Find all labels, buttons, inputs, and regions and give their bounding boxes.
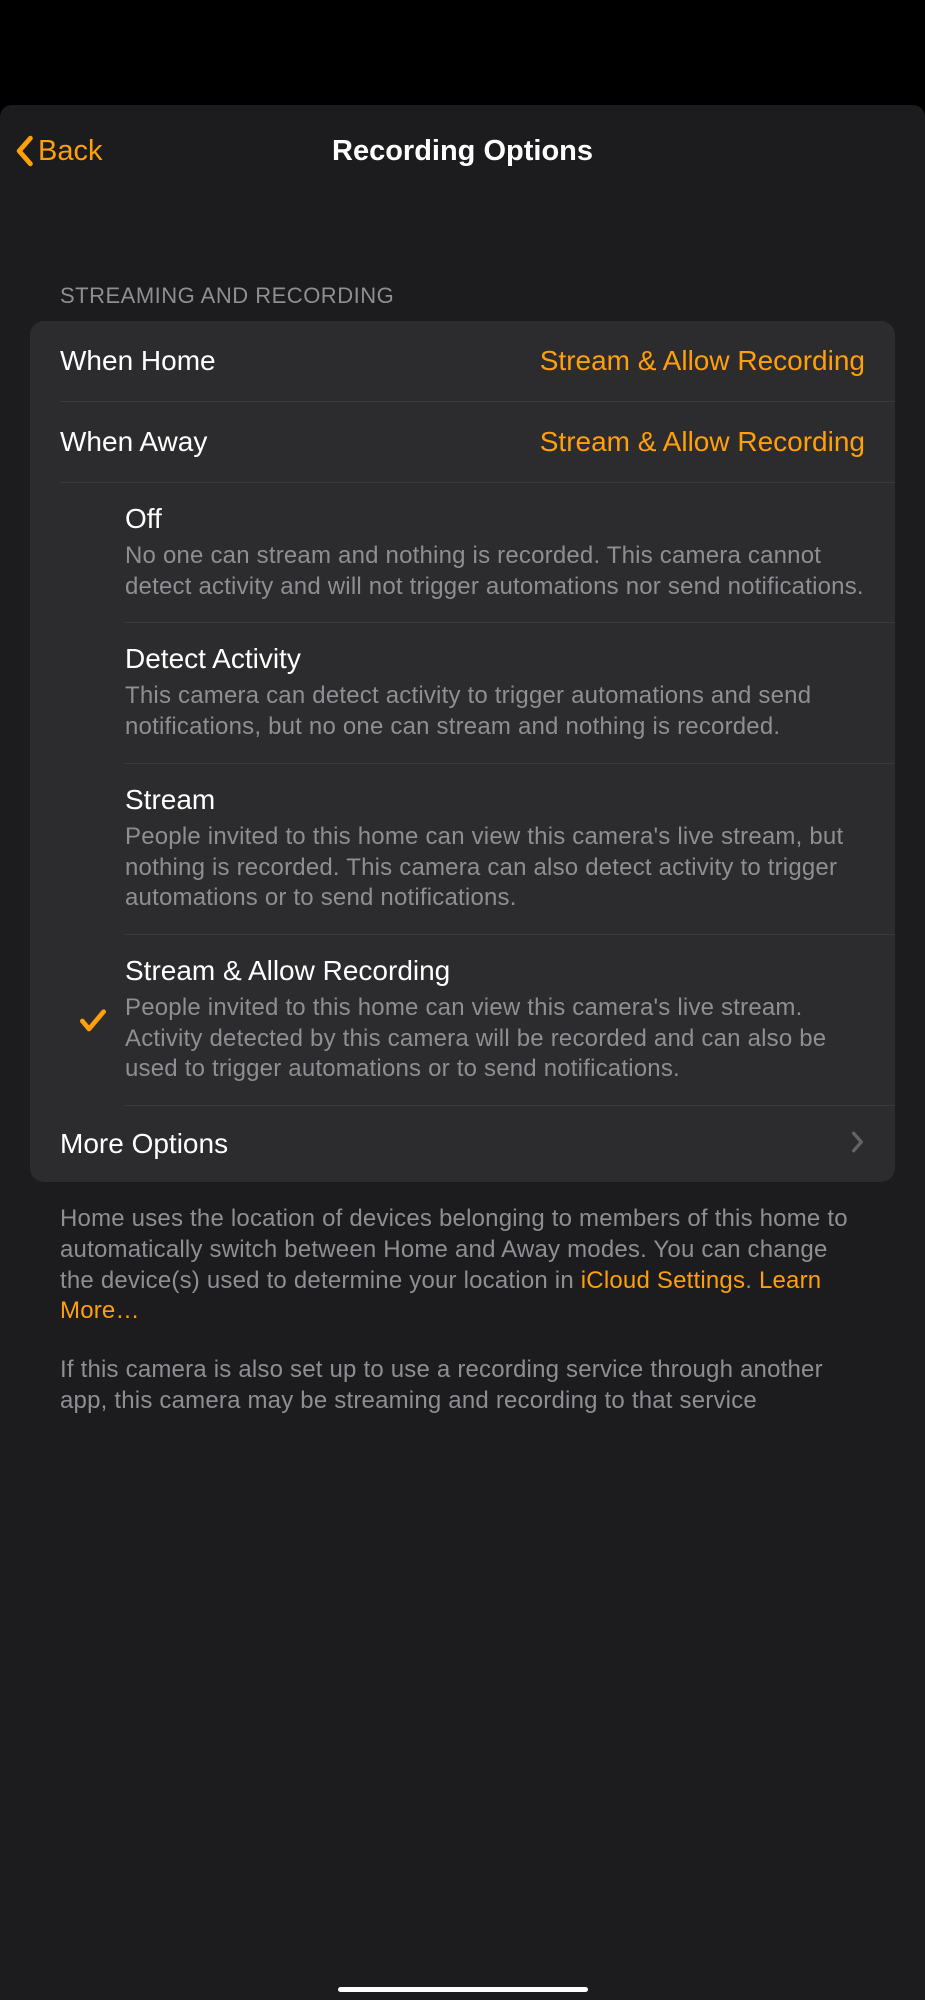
check-column bbox=[60, 955, 125, 1037]
page-title: Recording Options bbox=[332, 135, 593, 168]
option-stream[interactable]: Stream People invited to this home can v… bbox=[30, 764, 895, 934]
footer-text-2: If this camera is also set up to use a r… bbox=[0, 1327, 925, 1416]
option-stream-record[interactable]: Stream & Allow Recording People invited … bbox=[30, 935, 895, 1105]
more-options-row[interactable]: More Options bbox=[30, 1106, 895, 1182]
option-detect-activity[interactable]: Detect Activity This camera can detect a… bbox=[30, 623, 895, 762]
option-desc: People invited to this home can view thi… bbox=[125, 993, 865, 1085]
option-title: Detect Activity bbox=[125, 643, 865, 675]
option-title: Stream & Allow Recording bbox=[125, 955, 865, 987]
option-title: Off bbox=[125, 503, 865, 535]
back-label: Back bbox=[38, 135, 102, 168]
chevron-back-icon bbox=[14, 135, 34, 167]
option-content: Off No one can stream and nothing is rec… bbox=[125, 503, 865, 602]
row-value: Stream & Allow Recording bbox=[540, 345, 865, 377]
footer-part2: . bbox=[745, 1267, 759, 1294]
option-content: Detect Activity This camera can detect a… bbox=[125, 643, 865, 742]
more-options-label: More Options bbox=[60, 1128, 228, 1160]
check-column bbox=[60, 784, 125, 834]
icloud-settings-link[interactable]: iCloud Settings bbox=[581, 1267, 745, 1294]
option-off[interactable]: Off No one can stream and nothing is rec… bbox=[30, 483, 895, 622]
row-value: Stream & Allow Recording bbox=[540, 426, 865, 458]
option-content: Stream & Allow Recording People invited … bbox=[125, 955, 865, 1085]
back-button[interactable]: Back bbox=[14, 135, 102, 168]
when-home-row[interactable]: When Home Stream & Allow Recording bbox=[30, 321, 895, 401]
option-desc: No one can stream and nothing is recorde… bbox=[125, 541, 865, 602]
check-column bbox=[60, 643, 125, 693]
checkmark-icon bbox=[77, 1005, 109, 1037]
option-desc: People invited to this home can view thi… bbox=[125, 822, 865, 914]
nav-bar: Back Recording Options bbox=[0, 105, 925, 197]
footer-text-1: Home uses the location of devices belong… bbox=[0, 1182, 925, 1327]
option-content: Stream People invited to this home can v… bbox=[125, 784, 865, 914]
option-desc: This camera can detect activity to trigg… bbox=[125, 681, 865, 742]
when-away-row[interactable]: When Away Stream & Allow Recording bbox=[30, 402, 895, 482]
home-indicator[interactable] bbox=[338, 1987, 588, 1992]
row-label: When Away bbox=[60, 426, 207, 458]
chevron-right-icon bbox=[851, 1131, 865, 1158]
settings-sheet: Back Recording Options STREAMING AND REC… bbox=[0, 105, 925, 2000]
section-header: STREAMING AND RECORDING bbox=[0, 197, 925, 321]
row-label: When Home bbox=[60, 345, 216, 377]
check-column bbox=[60, 503, 125, 553]
option-title: Stream bbox=[125, 784, 865, 816]
settings-card: When Home Stream & Allow Recording When … bbox=[30, 321, 895, 1182]
